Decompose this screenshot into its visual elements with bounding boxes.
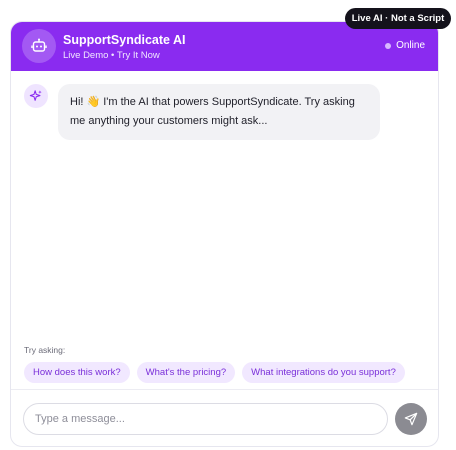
suggestion-chip[interactable]: What's the pricing? — [136, 362, 236, 383]
send-button[interactable] — [395, 403, 427, 435]
send-icon — [404, 412, 418, 426]
suggestion-chip[interactable]: How does this work? — [24, 362, 130, 383]
robot-icon — [22, 29, 56, 63]
suggestion-chips: How does this work? What's the pricing? … — [24, 362, 405, 383]
chat-header: SupportSyndicate AI Live Demo • Try It N… — [11, 22, 438, 71]
status-label: Online — [396, 40, 425, 51]
composer-divider — [11, 389, 438, 390]
status-dot-icon — [385, 42, 392, 49]
online-status: Online — [385, 40, 425, 51]
suggestions-label: Try asking: — [24, 345, 66, 355]
sparkles-icon — [24, 84, 48, 108]
chat-title: SupportSyndicate AI — [63, 33, 186, 47]
bot-message-bubble: Hi! 👋 I'm the AI that powers SupportSynd… — [58, 84, 380, 140]
chat-widget: SupportSyndicate AI Live Demo • Try It N… — [10, 21, 439, 447]
live-ai-badge: Live AI · Not a Script — [345, 8, 451, 29]
suggestion-chip[interactable]: What integrations do you support? — [242, 362, 405, 383]
chat-subtitle: Live Demo • Try It Now — [63, 50, 160, 61]
message-input[interactable] — [35, 413, 387, 425]
message-input-wrapper[interactable] — [23, 403, 388, 435]
